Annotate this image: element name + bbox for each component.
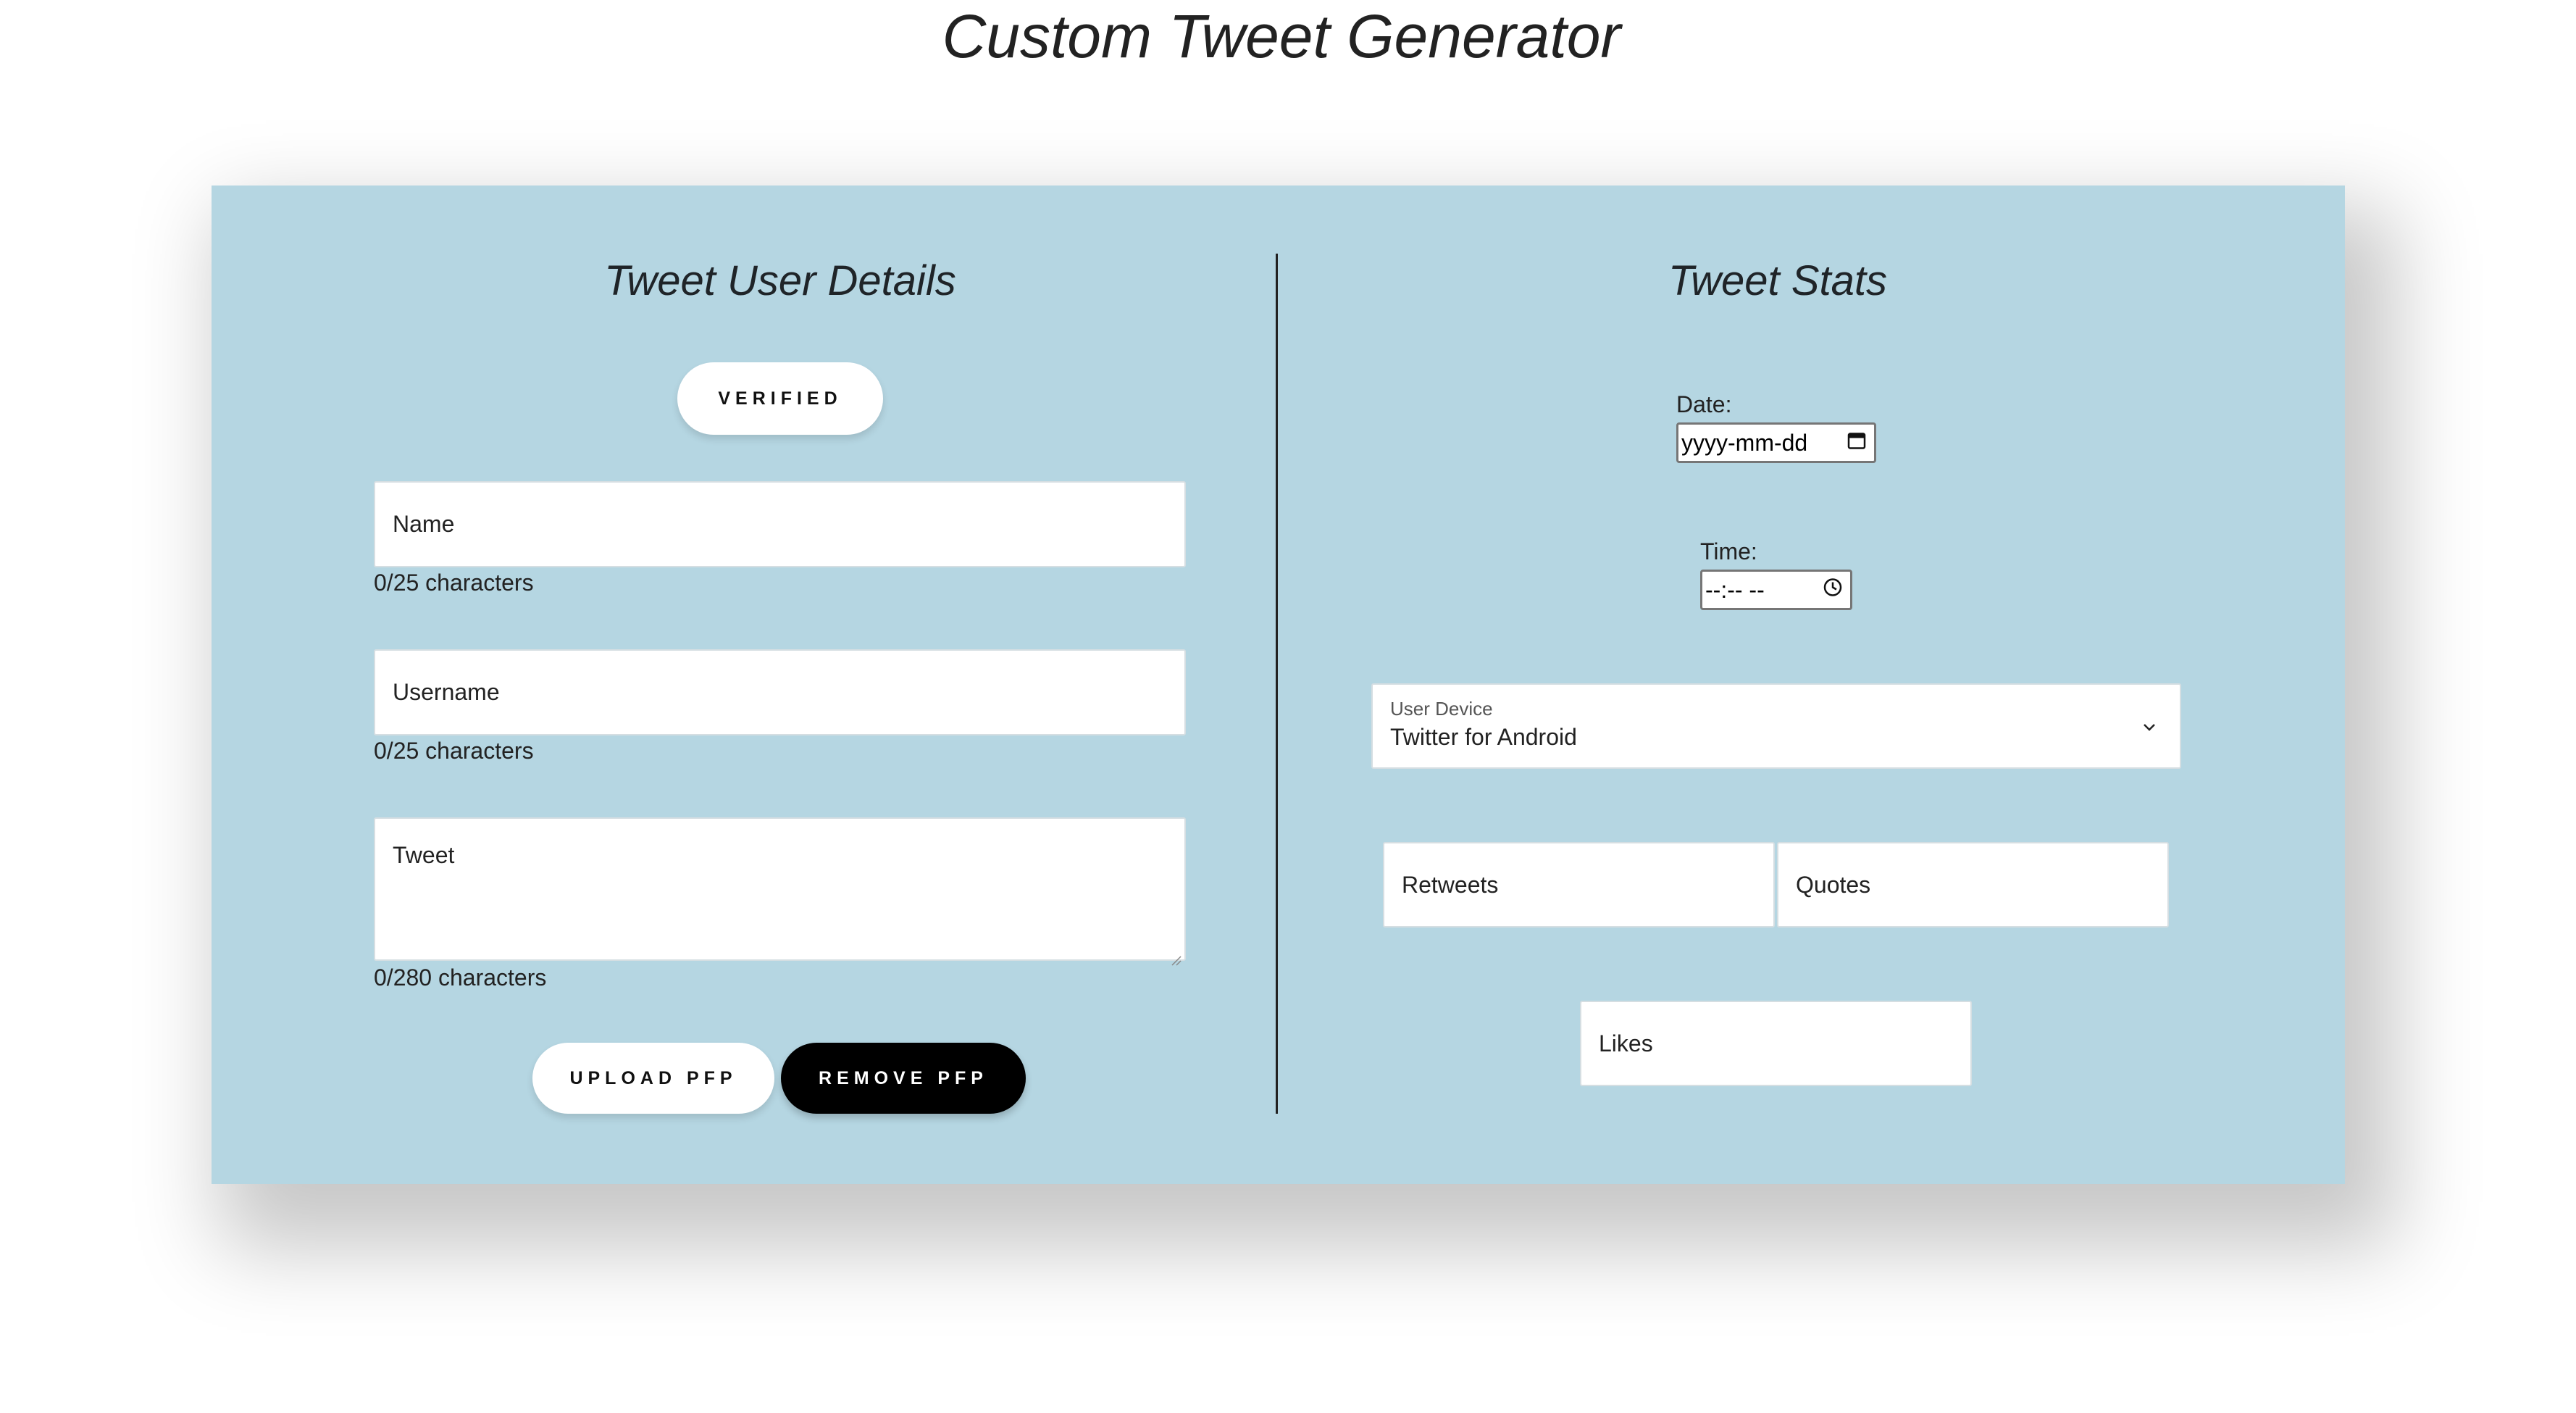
upload-pfp-button[interactable]: UPLOAD PFP bbox=[532, 1043, 774, 1114]
time-label: Time: bbox=[1700, 538, 1757, 564]
tweet-textarea[interactable]: Tweet bbox=[374, 817, 1186, 966]
remove-pfp-button[interactable]: REMOVE PFP bbox=[781, 1043, 1026, 1114]
tweet-character-counter: 0/280 characters bbox=[374, 964, 547, 991]
name-input[interactable]: Name bbox=[374, 481, 1186, 567]
chevron-down-icon[interactable] bbox=[2139, 717, 2159, 743]
retweets-input[interactable]: Retweets bbox=[1383, 842, 1775, 928]
retweets-placeholder: Retweets bbox=[1402, 871, 1499, 898]
name-character-counter: 0/25 characters bbox=[374, 570, 534, 596]
user-details-title: Tweet User Details bbox=[604, 257, 956, 304]
user-device-select[interactable]: User Device Twitter for Android bbox=[1371, 683, 2181, 769]
time-input[interactable]: --:-- -- bbox=[1700, 570, 1852, 610]
username-placeholder: Username bbox=[393, 679, 500, 705]
user-device-label: User Device bbox=[1390, 698, 1493, 720]
quotes-placeholder: Quotes bbox=[1796, 871, 1871, 898]
time-placeholder: --:-- -- bbox=[1705, 576, 1765, 603]
user-device-value: Twitter for Android bbox=[1390, 724, 1577, 750]
name-placeholder: Name bbox=[393, 511, 455, 537]
tweet-placeholder: Tweet bbox=[393, 842, 455, 868]
column-divider bbox=[1276, 254, 1278, 1114]
verified-button[interactable]: VERIFIED bbox=[677, 362, 883, 435]
page-title: Custom Tweet Generator bbox=[942, 2, 1621, 70]
date-placeholder: yyyy-mm-dd bbox=[1681, 429, 1808, 456]
date-label: Date: bbox=[1676, 391, 1732, 417]
calendar-icon[interactable] bbox=[1847, 430, 1867, 457]
quotes-input[interactable]: Quotes bbox=[1777, 842, 2169, 928]
username-character-counter: 0/25 characters bbox=[374, 738, 534, 764]
likes-placeholder: Likes bbox=[1599, 1030, 1653, 1056]
resize-grip-icon[interactable] bbox=[1170, 945, 1182, 966]
date-input[interactable]: yyyy-mm-dd bbox=[1676, 422, 1876, 463]
likes-input[interactable]: Likes bbox=[1580, 1001, 1972, 1086]
username-input[interactable]: Username bbox=[374, 649, 1186, 735]
clock-icon[interactable] bbox=[1823, 577, 1843, 604]
tweet-stats-title: Tweet Stats bbox=[1668, 257, 1887, 304]
